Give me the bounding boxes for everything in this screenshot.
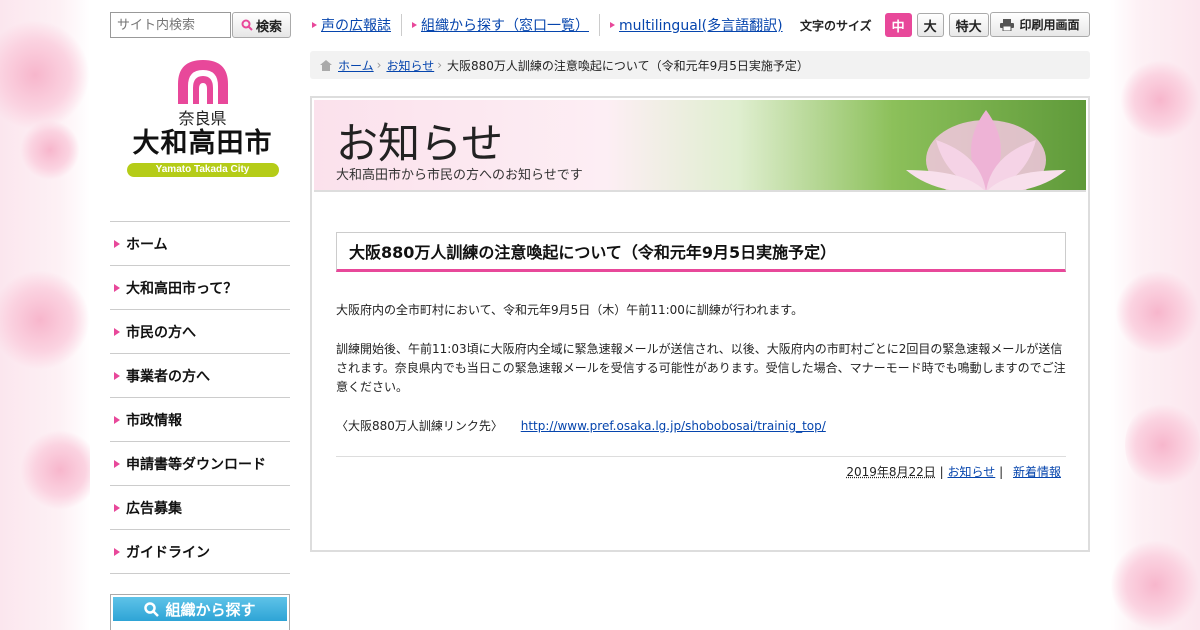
external-link[interactable]: http://www.pref.osaka.lg.jp/shobobosai/t… [521, 419, 826, 433]
header-link-org[interactable]: 組織から探す（窓口一覧） [410, 15, 599, 35]
arrow-right-icon [412, 22, 417, 28]
arrow-right-icon [114, 239, 120, 248]
org-search-button[interactable]: 組織から探す [113, 597, 287, 621]
print-label: 印刷用画面 [1019, 18, 1080, 32]
sakura-decoration [20, 120, 80, 180]
arrow-right-icon [114, 327, 120, 336]
sakura-decoration [0, 270, 90, 370]
sidebar-item-business[interactable]: 事業者の方へ [110, 354, 290, 398]
article-paragraph: 訓練開始後、午前11:03頃に大阪府内全域に緊急速報メールが送信され、以後、大阪… [336, 342, 1066, 394]
site-search: 検索 [110, 12, 291, 38]
sidebar-item-home[interactable]: ホーム [110, 222, 290, 266]
font-size-switcher: 文字のサイズ 中 大 特大 [800, 12, 989, 38]
section-banner: お知らせ 大和高田市から市民の方へのお知らせです [314, 100, 1086, 192]
arrow-right-icon [114, 283, 120, 292]
city-emblem-icon [177, 60, 228, 104]
sidebar-item-label: 市民の方へ [126, 324, 196, 341]
header-link-multilingual[interactable]: multilingual(多言語翻訳) [608, 15, 793, 35]
banner-title: お知らせ [336, 119, 504, 168]
search-icon [241, 19, 253, 31]
search-icon [144, 601, 160, 617]
search-input[interactable] [110, 12, 231, 38]
sidebar-item-label: 事業者の方へ [126, 368, 210, 385]
meta-separator: | [999, 465, 1004, 479]
article-paragraph: 大阪府内の全市町村において、令和元年9月5日（木）午前11:00に訓練が行われま… [336, 303, 804, 317]
font-size-label: 文字のサイズ [800, 18, 872, 33]
banner-subtitle: 大和高田市から市民の方へのお知らせです [336, 168, 583, 183]
sidebar-item-label: 広告募集 [126, 500, 182, 517]
arrow-right-icon [312, 22, 317, 28]
header-link-voice[interactable]: 声の広報誌 [310, 15, 401, 35]
article-title: 大阪880万人訓練の注意喚起について（令和元年9月5日実施予定） [336, 232, 1066, 272]
tag-link[interactable]: 新着情報 [1013, 465, 1061, 479]
print-view-button[interactable]: 印刷用画面 [990, 12, 1090, 37]
printer-icon [1000, 18, 1015, 31]
sakura-decoration [1110, 540, 1200, 630]
breadcrumb: ホーム › お知らせ › 大阪880万人訓練の注意喚起について（令和元年9月5日… [310, 51, 1090, 79]
header-link-label: 組織から探す（窓口一覧） [421, 18, 589, 34]
arrow-right-icon [114, 459, 120, 468]
sidebar-item-label: 市政情報 [126, 412, 182, 429]
sakura-decoration [1120, 60, 1200, 140]
sidebar-item-city-info[interactable]: 市政情報 [110, 398, 290, 442]
page: 検索 奈良県 大和高田市 Yamato Takada City ホーム 大和高田… [90, 0, 1110, 630]
logo-english-name: Yamato Takada City [126, 163, 279, 177]
sakura-decoration [1115, 270, 1200, 355]
sidebar-nav: ホーム 大和高田市って？ 市民の方へ 事業者の方へ 市政情報 申請書等ダウンロー… [110, 221, 290, 574]
sakura-decoration [20, 430, 100, 510]
arrow-right-icon [610, 22, 615, 28]
font-size-medium-button[interactable]: 中 [884, 13, 912, 37]
font-size-large-button[interactable]: 大 [916, 13, 944, 37]
header-link-label: 声の広報誌 [321, 18, 391, 34]
article-meta: 2019年8月22日 | お知らせ | 新着情報 [336, 456, 1066, 480]
header-link-label: multilingual(多言語翻訳) [619, 18, 783, 34]
breadcrumb-home[interactable]: ホーム [338, 57, 374, 74]
org-search-box: 組織から探す [110, 594, 290, 630]
meta-separator: | [939, 465, 944, 479]
sakura-decoration [0, 20, 90, 130]
sakura-decoration [1125, 400, 1200, 490]
sidebar-item-ads[interactable]: 広告募集 [110, 486, 290, 530]
sidebar-item-guideline[interactable]: ガイドライン [110, 530, 290, 574]
logo-city-name: 大和高田市 [132, 128, 273, 159]
arrow-right-icon [114, 371, 120, 380]
article-link-label: 〈大阪880万人訓練リンク先〉 [336, 419, 503, 433]
search-button[interactable]: 検索 [232, 12, 291, 38]
arrow-right-icon [114, 415, 120, 424]
divider [599, 14, 600, 36]
home-icon [320, 59, 332, 71]
sidebar-item-downloads[interactable]: 申請書等ダウンロード [110, 442, 290, 486]
sidebar-item-about[interactable]: 大和高田市って？ [110, 266, 290, 310]
sidebar-item-label: 申請書等ダウンロード [126, 456, 266, 473]
sidebar-item-label: ホーム [126, 236, 168, 253]
breadcrumb-section[interactable]: お知らせ [386, 57, 434, 74]
chevron-right-icon: › [437, 58, 443, 72]
sidebar-item-citizens[interactable]: 市民の方へ [110, 310, 290, 354]
category-link[interactable]: お知らせ [948, 465, 996, 479]
arrow-right-icon [114, 503, 120, 512]
chevron-right-icon: › [376, 58, 382, 72]
sidebar-item-label: 大和高田市って？ [126, 280, 238, 297]
article-date: 2019年8月22日 [846, 465, 936, 479]
arrow-right-icon [114, 547, 120, 556]
org-search-label: 組織から探す [165, 600, 256, 619]
lotus-flower-image [906, 110, 1066, 190]
divider [401, 14, 402, 36]
font-size-xlarge-button[interactable]: 特大 [948, 13, 989, 37]
header-links: 声の広報誌 組織から探す（窓口一覧） multilingual(多言語翻訳) [310, 14, 793, 36]
logo-prefecture: 奈良県 [178, 109, 227, 128]
search-button-label: 検索 [255, 19, 282, 35]
site-logo[interactable]: 奈良県 大和高田市 Yamato Takada City [120, 58, 285, 193]
breadcrumb-current: 大阪880万人訓練の注意喚起について（令和元年9月5日実施予定） [447, 58, 809, 73]
sidebar-item-label: ガイドライン [126, 544, 210, 561]
article-link-row: 〈大阪880万人訓練リンク先〉 http://www.pref.osaka.lg… [336, 417, 1066, 436]
main-content: お知らせ 大和高田市から市民の方へのお知らせです 大阪880万人訓練の注意喚起に… [310, 96, 1090, 552]
